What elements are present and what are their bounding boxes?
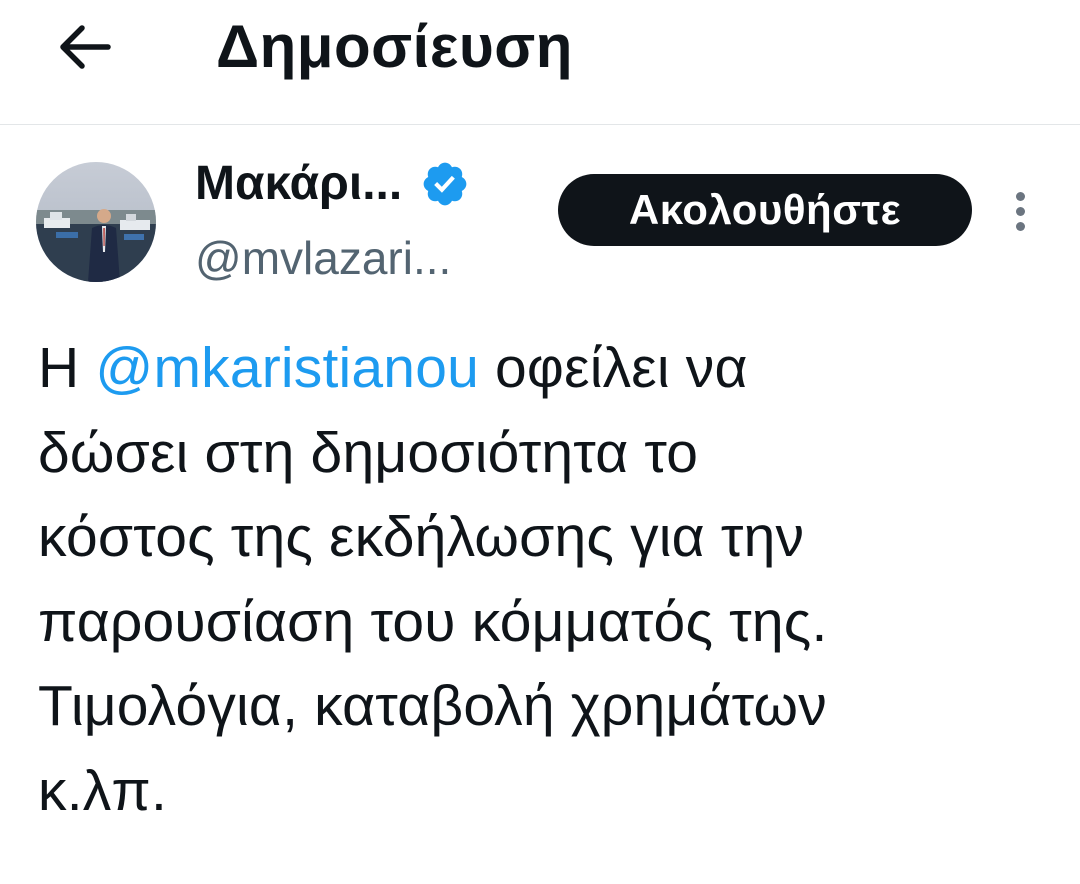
- more-dot: [1015, 221, 1025, 231]
- tweet-line-3: κόστος της εκδήλωσης για την: [38, 505, 805, 569]
- tweet-line-6: κ.λπ.: [38, 758, 167, 823]
- back-button[interactable]: [50, 14, 120, 80]
- more-dot: [1015, 206, 1025, 216]
- arrow-left-icon: [60, 25, 111, 69]
- avatar-photo: [36, 162, 156, 282]
- follow-button[interactable]: Ακολουθήστε: [558, 174, 972, 246]
- author-handle[interactable]: @mvlazari...: [195, 228, 451, 288]
- more-dot: [1015, 191, 1025, 201]
- tweet-text: Η @mkaristianou οφείλει να δώσει στη δημ…: [38, 326, 1058, 833]
- top-bar: Δημοσίευση: [0, 0, 1080, 125]
- tweet-line-4: παρουσίαση του κόμματός της.: [38, 589, 828, 654]
- tweet-line-5: Τιμολόγια, καταβολή χρημάτων: [38, 674, 827, 738]
- tweet-line-2: δώσει στη δημοσιότητα το: [38, 420, 699, 485]
- tweet-line-1: Η @mkaristianou οφείλει να: [38, 326, 1058, 411]
- more-vertical-icon[interactable]: [1000, 186, 1040, 236]
- author-name-row: Μακάρι...: [195, 152, 470, 216]
- tweet-line-1-rest: οφείλει να: [479, 336, 748, 400]
- verified-badge-icon: [420, 159, 470, 209]
- tweet-prefix: Η: [38, 336, 96, 400]
- author-display-name[interactable]: Μακάρι...: [195, 154, 402, 214]
- mention-link[interactable]: @mkaristianou: [95, 336, 479, 400]
- avatar[interactable]: [36, 162, 156, 282]
- page-title: Δημοσίευση: [216, 13, 573, 80]
